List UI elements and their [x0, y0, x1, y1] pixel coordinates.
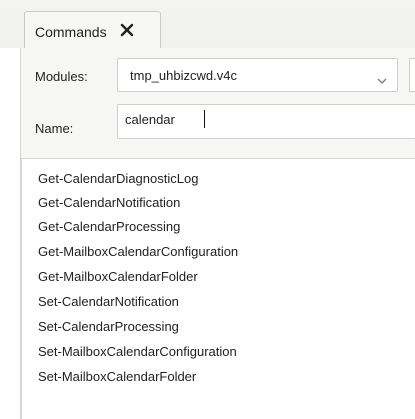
commands-panel: Modules: tmp_uhbizcwd.v4c Name: calendar… [20, 48, 415, 419]
name-input[interactable]: calendar [117, 104, 415, 139]
text-caret [204, 110, 205, 128]
modules-selected-value: tmp_uhbizcwd.v4c [130, 68, 237, 83]
name-label: Name: [35, 121, 74, 136]
list-item[interactable]: Get-CalendarProcessing [38, 215, 180, 239]
tab-commands[interactable]: Commands [24, 11, 161, 48]
close-icon[interactable] [119, 22, 135, 38]
list-item[interactable]: Get-CalendarDiagnosticLog [38, 167, 198, 191]
command-list[interactable]: Get-CalendarDiagnosticLog Get-CalendarNo… [21, 158, 415, 419]
list-item[interactable]: Get-MailboxCalendarConfiguration [38, 240, 238, 264]
list-item[interactable]: Set-CalendarNotification [38, 290, 179, 314]
chevron-down-icon [377, 72, 387, 84]
modules-label: Modules: [35, 69, 88, 84]
list-item[interactable]: Set-MailboxCalendarFolder [38, 365, 196, 389]
list-item[interactable]: Get-MailboxCalendarFolder [38, 265, 198, 289]
list-item[interactable]: Get-CalendarNotification [38, 191, 180, 215]
list-item[interactable]: Set-MailboxCalendarConfiguration [38, 340, 237, 364]
name-input-value: calendar [125, 112, 175, 127]
modules-dropdown[interactable]: tmp_uhbizcwd.v4c [117, 58, 398, 92]
modules-side-button[interactable] [409, 58, 415, 92]
tab-label: Commands [35, 24, 107, 40]
list-item[interactable]: Set-CalendarProcessing [38, 315, 179, 339]
